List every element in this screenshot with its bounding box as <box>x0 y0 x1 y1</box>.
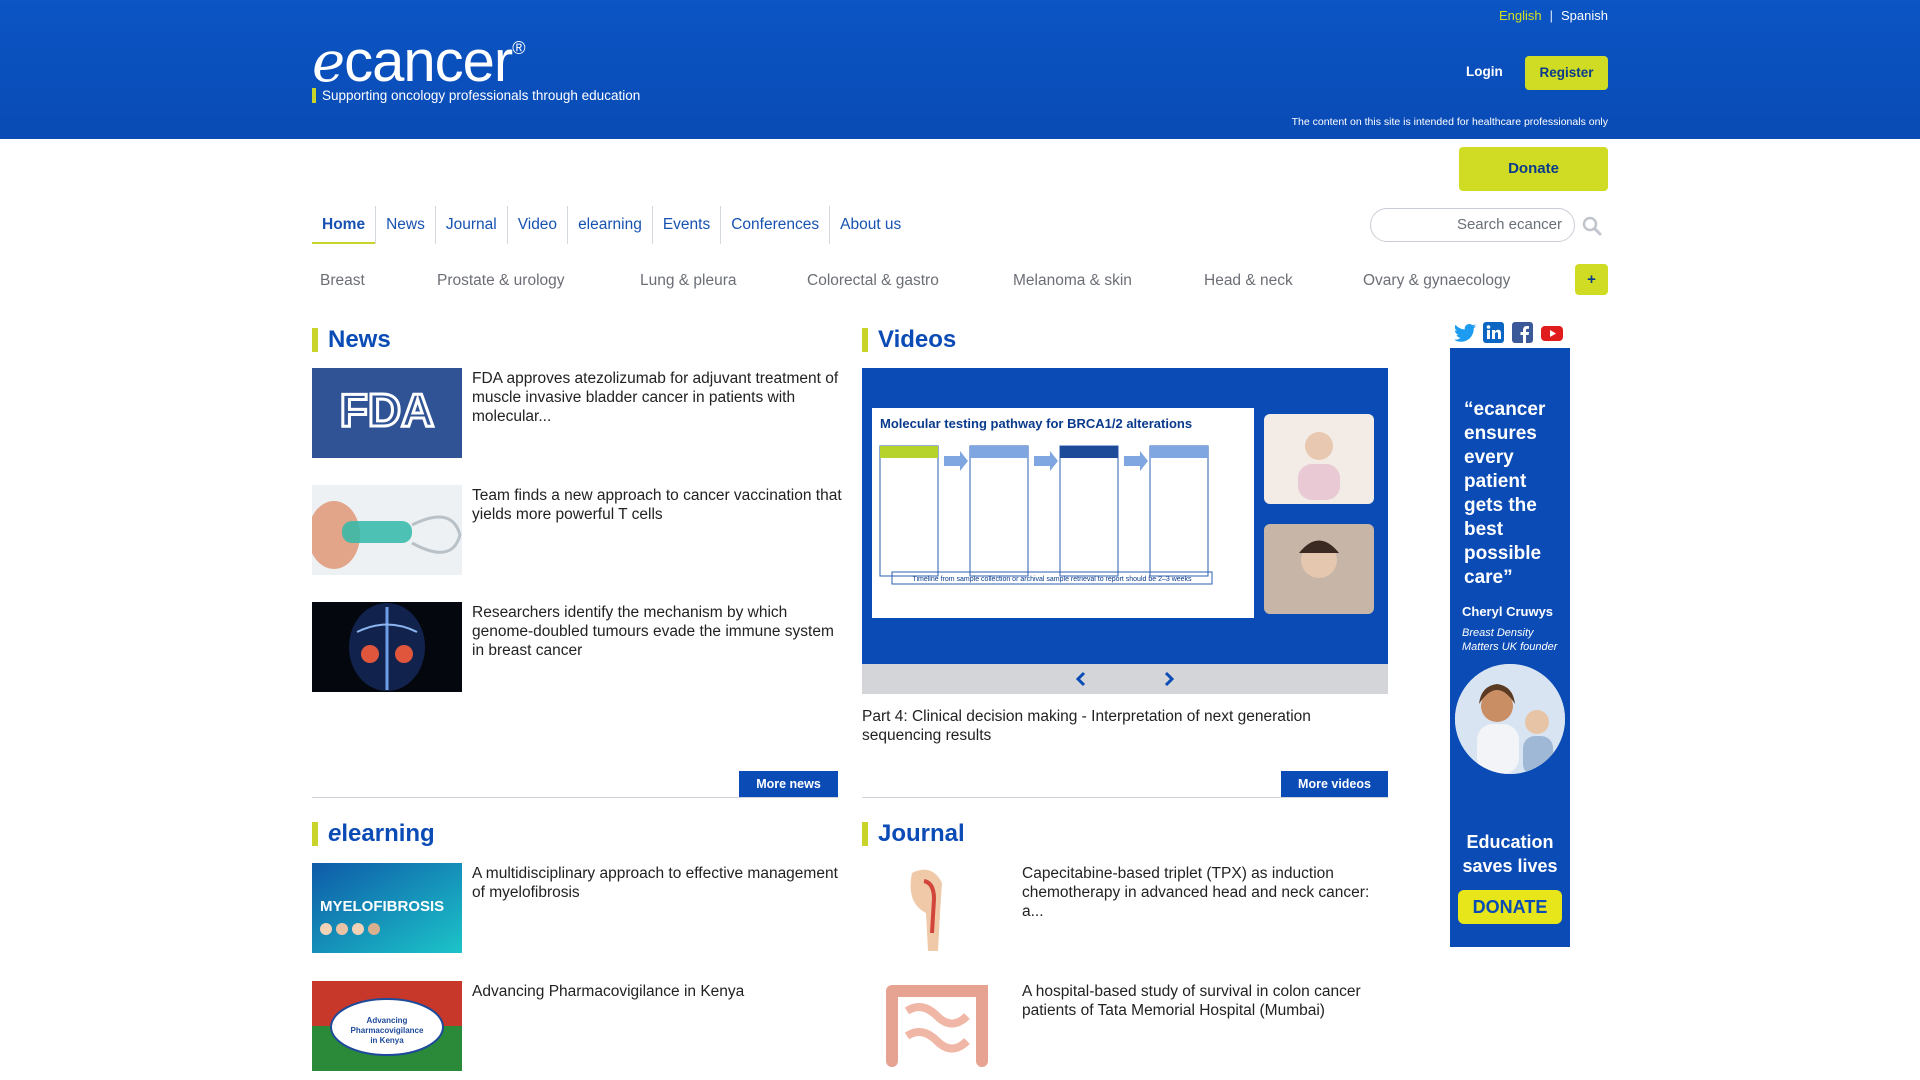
news-article-2[interactable]: Team finds a new approach to cancer vacc… <box>472 486 842 524</box>
news-divider <box>312 797 838 798</box>
category-ovary-gynaecology[interactable]: Ovary & gynaecology <box>1363 272 1510 290</box>
syringe-image <box>312 485 462 575</box>
elearning-thumb-myelofibrosis[interactable]: MYELOFIBROSIS <box>312 863 462 953</box>
chevron-left-icon[interactable] <box>1072 670 1090 688</box>
ad-donate-button[interactable]: DONATE <box>1458 890 1562 924</box>
news-article-3[interactable]: Researchers identify the mechanism by wh… <box>472 603 842 660</box>
fda-logo-image: FDA <box>312 368 462 458</box>
video-caption[interactable]: Part 4: Clinical decision making - Inter… <box>862 707 1332 745</box>
svg-text:Advancing: Advancing <box>367 1016 408 1025</box>
xray-body-image <box>312 602 462 692</box>
ad-photo <box>1455 664 1565 774</box>
video-player[interactable]: Molecular testing pathway for BRCA1/2 al… <box>862 368 1388 664</box>
twitter-icon[interactable] <box>1453 322 1477 344</box>
nav-elearning[interactable]: elearning <box>567 206 652 244</box>
video-slide-image: Molecular testing pathway for BRCA1/2 al… <box>862 368 1388 664</box>
video-carousel-controls <box>862 664 1388 694</box>
category-lung-pleura[interactable]: Lung & pleura <box>640 272 737 290</box>
linkedin-icon[interactable] <box>1482 322 1506 344</box>
chevron-right-icon[interactable] <box>1160 670 1178 688</box>
svg-text:Timeline from sample collectio: Timeline from sample collection or archi… <box>912 576 1192 583</box>
ecancer-logo[interactable]: ecancer® <box>312 28 526 95</box>
category-prostate-urology[interactable]: Prostate & urology <box>437 272 565 290</box>
journal-thumb-colon[interactable] <box>862 981 1012 1071</box>
facebook-icon[interactable] <box>1511 322 1535 344</box>
news-thumb-vaccine[interactable] <box>312 485 462 575</box>
head-neck-anatomy-image <box>862 863 1012 953</box>
main-nav: Home News Journal Video elearning Events… <box>312 206 911 244</box>
svg-text:FDA: FDA <box>340 384 435 436</box>
category-breast[interactable]: Breast <box>320 272 365 290</box>
lang-english[interactable]: English <box>1499 8 1542 23</box>
myelofibrosis-image: MYELOFIBROSIS <box>312 863 462 953</box>
lang-spanish[interactable]: Spanish <box>1561 8 1608 23</box>
colon-anatomy-image <box>862 981 1012 1071</box>
more-videos-button[interactable]: More videos + <box>1281 771 1388 817</box>
more-categories-button[interactable]: + <box>1575 264 1608 295</box>
journal-thumb-head-neck[interactable] <box>862 863 1012 953</box>
news-thumb-fda[interactable]: FDA <box>312 368 462 458</box>
tagline: Supporting oncology professionals throug… <box>312 88 640 103</box>
svg-text:Molecular testing pathway for: Molecular testing pathway for BRCA1/2 al… <box>880 416 1192 431</box>
site-header: ecancer® Supporting oncology professiona… <box>0 0 1920 139</box>
news-thumb-breast[interactable] <box>312 602 462 692</box>
donation-ad-banner[interactable]: “ecancer ensures every patient gets the … <box>1450 348 1570 947</box>
ad-quote: “ecancer ensures every patient gets the … <box>1464 399 1546 588</box>
news-article-1[interactable]: FDA approves atezolizumab for adjuvant t… <box>472 369 842 426</box>
nav-about-us[interactable]: About us <box>829 206 911 244</box>
donate-button[interactable]: Donate <box>1459 147 1608 191</box>
language-switcher: English | Spanish <box>1498 8 1608 23</box>
nav-home[interactable]: Home <box>312 206 376 244</box>
ad-person-name: Cheryl Cruwys <box>1462 604 1554 619</box>
ad-person-role: Breast Density Matters UK founder <box>1462 627 1558 653</box>
nav-news[interactable]: News <box>375 206 435 244</box>
category-head-neck[interactable]: Head & neck <box>1204 272 1293 290</box>
elearning-article-1[interactable]: A multidisciplinary approach to effectiv… <box>472 864 842 902</box>
news-section-title[interactable]: News <box>312 328 391 352</box>
svg-text:in Kenya: in Kenya <box>370 1036 404 1045</box>
doctor-patient-image <box>1455 664 1565 774</box>
ad-slogan: Education saves lives <box>1462 832 1558 876</box>
svg-text:MYELOFIBROSIS: MYELOFIBROSIS <box>320 898 444 915</box>
svg-text:Pharmacovigilance: Pharmacovigilance <box>351 1026 424 1035</box>
youtube-icon[interactable] <box>1540 322 1564 344</box>
videos-section-title[interactable]: Videos <box>862 328 956 352</box>
elearning-thumb-pharmacovigilance[interactable]: Advancing Pharmacovigilance in Kenya <box>312 981 462 1071</box>
more-news-button[interactable]: More news + <box>739 771 838 817</box>
login-link[interactable]: Login <box>1466 64 1503 79</box>
journal-article-1[interactable]: Capecitabine-based triplet (TPX) as indu… <box>1022 864 1392 921</box>
search-input[interactable]: Search ecancer <box>1370 208 1575 242</box>
nav-journal[interactable]: Journal <box>434 206 507 244</box>
pharmacovigilance-image: Advancing Pharmacovigilance in Kenya <box>312 981 462 1071</box>
category-melanoma-skin[interactable]: Melanoma & skin <box>1013 272 1132 290</box>
register-button[interactable]: Register <box>1525 56 1608 90</box>
nav-events[interactable]: Events <box>651 206 720 244</box>
journal-section-title[interactable]: Journal <box>862 822 965 846</box>
videos-divider <box>862 797 1388 798</box>
hcp-disclaimer: The content on this site is intended for… <box>1291 116 1608 128</box>
category-colorectal-gastro[interactable]: Colorectal & gastro <box>807 272 939 290</box>
journal-article-2[interactable]: A hospital-based study of survival in co… <box>1022 982 1392 1020</box>
nav-video[interactable]: Video <box>506 206 567 244</box>
nav-conferences[interactable]: Conferences <box>720 206 829 244</box>
elearning-article-2[interactable]: Advancing Pharmacovigilance in Kenya <box>472 982 842 1001</box>
elearning-section-title[interactable]: elearning <box>312 822 435 846</box>
search-icon[interactable] <box>1582 216 1602 236</box>
